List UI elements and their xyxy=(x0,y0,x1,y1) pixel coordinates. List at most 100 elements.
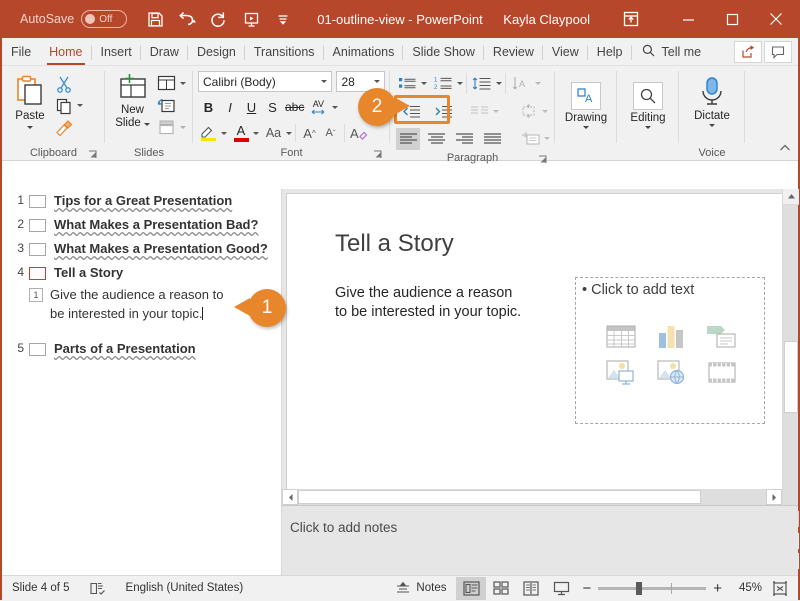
decrease-font-size-button[interactable]: Aˇ xyxy=(320,122,341,144)
outline-slide-1-title[interactable]: Tips for a Great Presentation xyxy=(54,192,232,210)
character-spacing-button[interactable]: AV xyxy=(306,96,330,118)
cut-button[interactable] xyxy=(53,73,85,94)
outline-slide-2[interactable]: 2 What Makes a Presentation Bad? xyxy=(2,213,281,237)
paste-button[interactable]: Paste xyxy=(7,70,53,146)
slide-horizontal-scrollbar[interactable] xyxy=(282,489,782,505)
slide-show-view-button[interactable] xyxy=(546,577,576,600)
change-case-caret[interactable] xyxy=(286,131,292,135)
align-center-button[interactable] xyxy=(424,128,448,150)
tell-me-search[interactable]: Tell me xyxy=(632,41,712,65)
align-right-button[interactable] xyxy=(452,128,476,150)
slide-sorter-view-button[interactable] xyxy=(486,577,516,600)
zoom-slider[interactable]: − + xyxy=(576,580,728,597)
insert-video-icon[interactable] xyxy=(708,360,736,389)
notes-placeholder[interactable]: Click to add notes xyxy=(282,506,798,535)
paragraph-dialog-launcher[interactable] xyxy=(538,155,548,165)
bullets-button[interactable] xyxy=(395,73,419,95)
paste-dropdown-caret[interactable] xyxy=(27,126,33,129)
account-name[interactable]: Kayla Claypool xyxy=(503,12,590,27)
minimize-button[interactable] xyxy=(666,0,710,38)
redo-icon[interactable] xyxy=(205,6,233,32)
accessibility-checker-icon[interactable] xyxy=(80,576,116,601)
vertical-scroll-thumb[interactable] xyxy=(784,341,798,413)
tab-slide-show[interactable]: Slide Show xyxy=(403,41,484,65)
columns-button[interactable] xyxy=(467,101,491,123)
outline-slide-4[interactable]: 4 Tell a Story xyxy=(2,261,281,285)
layout-caret[interactable] xyxy=(180,82,186,85)
outline-slide-3[interactable]: 3 What Makes a Presentation Good? xyxy=(2,237,281,261)
notes-pane[interactable]: Click to add notes xyxy=(282,505,798,575)
outline-slide-5-title[interactable]: Parts of a Presentation xyxy=(54,340,196,358)
font-name-caret[interactable] xyxy=(321,80,328,83)
close-button[interactable] xyxy=(754,0,798,38)
copy-button[interactable] xyxy=(53,95,85,116)
outline-slide-4-icon[interactable] xyxy=(29,267,46,280)
undo-icon[interactable] xyxy=(173,6,201,32)
notes-button[interactable]: Notes xyxy=(386,576,456,601)
font-color-button[interactable]: A xyxy=(231,122,251,144)
strikethrough-button[interactable]: abc xyxy=(283,96,306,118)
insert-smartart-icon[interactable] xyxy=(706,324,736,353)
slide-indicator[interactable]: Slide 4 of 5 xyxy=(2,576,80,601)
bullets-caret[interactable] xyxy=(421,82,427,85)
font-name-combobox[interactable]: Calibri (Body) xyxy=(198,71,333,92)
restore-button[interactable] xyxy=(710,0,754,38)
smartart-caret[interactable] xyxy=(544,137,550,140)
outline-slide-5-icon[interactable] xyxy=(29,343,46,356)
drawing-caret[interactable] xyxy=(583,126,589,129)
layout-button[interactable] xyxy=(155,73,188,94)
line-spacing-button[interactable] xyxy=(470,73,494,95)
language-indicator[interactable]: English (United States) xyxy=(116,576,254,601)
outline-slide-2-title[interactable]: What Makes a Presentation Bad? xyxy=(54,216,258,234)
slide-body-text[interactable]: Give the audience a reason to be interes… xyxy=(335,284,525,322)
new-slide-button[interactable]: New Slide xyxy=(110,70,155,146)
zoom-track[interactable] xyxy=(598,581,707,595)
slide-title[interactable]: Tell a Story xyxy=(335,230,454,258)
format-painter-button[interactable] xyxy=(53,117,85,138)
smartart-button[interactable] xyxy=(518,128,542,150)
customize-qat-icon[interactable] xyxy=(269,6,297,32)
tab-transitions[interactable]: Transitions xyxy=(245,41,324,65)
autosave-toggle[interactable]: AutoSave Off xyxy=(20,10,128,28)
tab-draw[interactable]: Draw xyxy=(141,41,189,65)
scroll-up-button[interactable] xyxy=(783,189,799,205)
align-text-button[interactable] xyxy=(516,101,540,123)
italic-button[interactable]: I xyxy=(219,96,241,118)
content-placeholder[interactable]: • Click to add text xyxy=(575,277,765,424)
align-text-caret[interactable] xyxy=(542,110,548,113)
reset-button[interactable] xyxy=(155,95,188,116)
tab-insert[interactable]: Insert xyxy=(92,41,142,65)
font-dialog-launcher[interactable] xyxy=(373,150,383,160)
collapse-ribbon-button[interactable] xyxy=(778,141,792,158)
numbering-button[interactable]: 12 xyxy=(431,73,455,95)
tab-view[interactable]: View xyxy=(543,41,588,65)
save-icon[interactable] xyxy=(141,6,169,32)
drawing-button[interactable]: A Drawing xyxy=(563,70,609,146)
slide-canvas[interactable]: Tell a Story Give the audience a reason … xyxy=(286,193,784,503)
insert-online-picture-icon[interactable] xyxy=(657,360,687,389)
zoom-in-button[interactable]: + xyxy=(713,580,722,597)
insert-table-icon[interactable] xyxy=(606,324,636,353)
section-caret[interactable] xyxy=(180,126,186,129)
underline-button[interactable]: U xyxy=(241,96,262,118)
copy-dropdown-caret[interactable] xyxy=(77,104,83,107)
insert-chart-icon[interactable] xyxy=(657,324,685,353)
editing-button[interactable]: Editing xyxy=(625,70,671,146)
outline-slide-1-icon[interactable] xyxy=(29,195,46,208)
outline-bullet-text[interactable]: Give the audience a reason to be interes… xyxy=(50,285,240,323)
columns-caret[interactable] xyxy=(493,110,499,113)
text-shadow-button[interactable]: S xyxy=(262,96,283,118)
section-button[interactable] xyxy=(155,117,188,138)
zoom-thumb[interactable] xyxy=(636,581,643,595)
new-slide-caret[interactable] xyxy=(143,123,150,126)
text-highlight-button[interactable] xyxy=(198,122,219,144)
ribbon-display-options-icon[interactable] xyxy=(612,0,650,38)
font-color-caret[interactable] xyxy=(253,131,259,135)
align-left-button[interactable] xyxy=(396,127,420,150)
insert-3d-model-icon[interactable] xyxy=(606,360,636,389)
line-spacing-caret[interactable] xyxy=(496,82,502,85)
font-size-caret[interactable] xyxy=(374,80,380,83)
increase-font-size-button[interactable]: A ^ xyxy=(299,122,320,144)
clipboard-dialog-launcher[interactable] xyxy=(88,150,98,160)
change-case-button[interactable]: Aa xyxy=(263,122,284,144)
